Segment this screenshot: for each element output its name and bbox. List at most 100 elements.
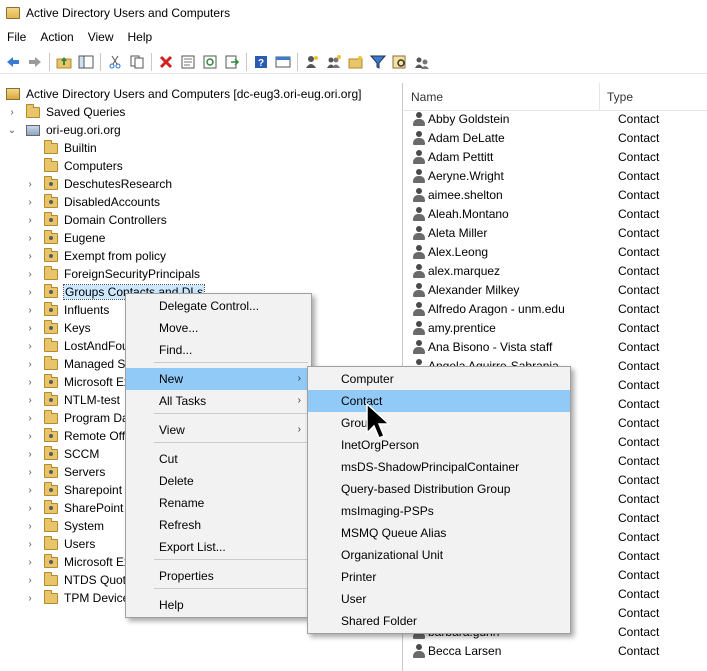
tree-item-ntds-quotas[interactable]: › NTDS Quotas [24, 571, 139, 589]
submenu-item-organizational-unit[interactable]: Organizational Unit [308, 544, 570, 566]
menu-item-all-tasks[interactable]: All Tasks › [126, 390, 311, 412]
chevron-right-icon[interactable]: › [24, 575, 36, 586]
tree-item-ntlm-test[interactable]: › NTLM-test [24, 391, 120, 409]
column-header-name[interactable]: Name [404, 83, 600, 111]
tree-item-remote-office[interactable]: › Remote Office [24, 427, 140, 445]
submenu-item-contact[interactable]: Contact [308, 390, 570, 412]
chevron-right-icon[interactable]: › [24, 449, 36, 460]
menu-view[interactable]: View [81, 27, 121, 47]
list-row[interactable]: alex.marquez Contact [404, 261, 707, 280]
tree-item-keys[interactable]: › Keys [24, 319, 91, 337]
list-row[interactable]: Becca Larsen Contact [404, 641, 707, 660]
list-row[interactable]: Ana Bisono - Vista staff Contact [404, 337, 707, 356]
tree-item-label[interactable]: NTLM-test [64, 393, 120, 407]
menu-item-help[interactable]: Help [126, 594, 311, 616]
submenu-item-msds-shadowprincipalcontainer[interactable]: msDS-ShadowPrincipalContainer [308, 456, 570, 478]
tree-item-system[interactable]: › System [24, 517, 104, 535]
chevron-right-icon[interactable]: › [24, 251, 36, 262]
help-icon[interactable]: ? [250, 51, 272, 73]
submenu-item-printer[interactable]: Printer [308, 566, 570, 588]
submenu-item-computer[interactable]: Computer [308, 368, 570, 390]
add-to-group-icon[interactable] [411, 51, 433, 73]
list-row[interactable]: Alfredo Aragon - unm.edu Contact [404, 299, 707, 318]
tree-item-label[interactable]: Servers [64, 465, 105, 479]
tree-item-label[interactable]: Builtin [64, 141, 97, 155]
new-user-icon[interactable] [301, 51, 323, 73]
tree-item-domain-controllers[interactable]: › Domain Controllers [24, 211, 167, 229]
tree-item-builtin[interactable]: Builtin [24, 139, 97, 157]
find-icon[interactable] [389, 51, 411, 73]
chevron-right-icon[interactable]: › [24, 269, 36, 280]
tree-item-label[interactable]: DeschutesResearch [64, 177, 172, 191]
column-header-type[interactable]: Type [600, 83, 700, 111]
copy-icon[interactable] [126, 51, 148, 73]
menu-item-cut[interactable]: Cut [126, 448, 311, 470]
menu-item-properties[interactable]: Properties [126, 565, 311, 587]
tree-item-label[interactable]: SCCM [64, 447, 99, 461]
chevron-right-icon[interactable]: › [24, 179, 36, 190]
back-icon[interactable] [2, 51, 24, 73]
menu-item-move[interactable]: Move... [126, 317, 311, 339]
chevron-right-icon[interactable]: › [24, 377, 36, 388]
tree-item-label[interactable]: Users [64, 537, 95, 551]
tree-item-label[interactable]: Exempt from policy [64, 249, 166, 263]
tree-item-eugene[interactable]: › Eugene [24, 229, 105, 247]
tree-item-label[interactable]: Sharepoint [64, 483, 122, 497]
tree-item-disabledaccounts[interactable]: › DisabledAccounts [24, 193, 160, 211]
chevron-right-icon[interactable]: › [24, 197, 36, 208]
chevron-right-icon[interactable]: › [24, 521, 36, 532]
tree-item-label[interactable]: SharePoint [64, 501, 123, 515]
refresh-icon[interactable] [199, 51, 221, 73]
tree-root[interactable]: Active Directory Users and Computers [dc… [6, 85, 361, 103]
chevron-right-icon[interactable]: › [24, 287, 36, 298]
chevron-right-icon[interactable]: › [24, 305, 36, 316]
list-row[interactable]: Alex.Leong Contact [404, 242, 707, 261]
chevron-right-icon[interactable]: › [24, 359, 36, 370]
tree-item-influents[interactable]: › Influents [24, 301, 109, 319]
new-ou-icon[interactable] [345, 51, 367, 73]
cut-icon[interactable] [104, 51, 126, 73]
submenu-item-query-based-distribution-group[interactable]: Query-based Distribution Group [308, 478, 570, 500]
tree-item-exempt-from-policy[interactable]: › Exempt from policy [24, 247, 166, 265]
tree-item-label[interactable]: Keys [64, 321, 91, 335]
menu-file[interactable]: File [0, 27, 33, 47]
tree-item-deschutesresearch[interactable]: › DeschutesResearch [24, 175, 172, 193]
tree-item-sccm[interactable]: › SCCM [24, 445, 99, 463]
chevron-right-icon[interactable]: › [24, 233, 36, 244]
tree-item-label[interactable]: ori-eug.ori.org [46, 123, 121, 137]
tree-item-users[interactable]: › Users [24, 535, 95, 553]
chevron-right-icon[interactable]: › [24, 323, 36, 334]
menu-item-new[interactable]: New › [126, 368, 311, 390]
up-folder-icon[interactable] [53, 51, 75, 73]
chevron-right-icon[interactable]: › [6, 107, 18, 118]
list-row[interactable]: Aeryne.Wright Contact [404, 166, 707, 185]
menu-item-view[interactable]: View › [126, 419, 311, 441]
list-row[interactable]: Adam Pettitt Contact [404, 147, 707, 166]
tree-item-tpm-devices[interactable]: › TPM Devices [24, 589, 135, 607]
chevron-right-icon[interactable]: › [24, 539, 36, 550]
export-icon[interactable] [221, 51, 243, 73]
chevron-right-icon[interactable]: › [24, 485, 36, 496]
tree-item-sharepoint[interactable]: › Sharepoint [24, 481, 122, 499]
submenu-item-msmq-queue-alias[interactable]: MSMQ Queue Alias [308, 522, 570, 544]
chevron-right-icon[interactable]: › [24, 557, 36, 568]
tree-item-domain[interactable]: ⌄ ori-eug.ori.org [6, 121, 121, 139]
submenu-item-group[interactable]: Group [308, 412, 570, 434]
menu-item-find[interactable]: Find... [126, 339, 311, 361]
chevron-right-icon[interactable]: › [24, 215, 36, 226]
menu-item-delegate-control[interactable]: Delegate Control... [126, 295, 311, 317]
submenu-item-shared-folder[interactable]: Shared Folder [308, 610, 570, 632]
submenu-item-user[interactable]: User [308, 588, 570, 610]
list-row[interactable]: Adam DeLatte Contact [404, 128, 707, 147]
chevron-right-icon[interactable]: › [24, 503, 36, 514]
chevron-down-icon[interactable]: ⌄ [6, 125, 18, 136]
tree-item-label[interactable]: Saved Queries [46, 105, 125, 119]
menu-item-rename[interactable]: Rename [126, 492, 311, 514]
list-row[interactable]: Alexander Milkey Contact [404, 280, 707, 299]
chevron-right-icon[interactable]: › [24, 413, 36, 424]
tree-item-saved-queries[interactable]: › Saved Queries [6, 103, 125, 121]
tree-item-foreignsecurityprincipals[interactable]: › ForeignSecurityPrincipals [24, 265, 200, 283]
tree-item-program-data[interactable]: › Program Data [24, 409, 139, 427]
forward-icon[interactable] [24, 51, 46, 73]
submenu-item-inetorgperson[interactable]: InetOrgPerson [308, 434, 570, 456]
